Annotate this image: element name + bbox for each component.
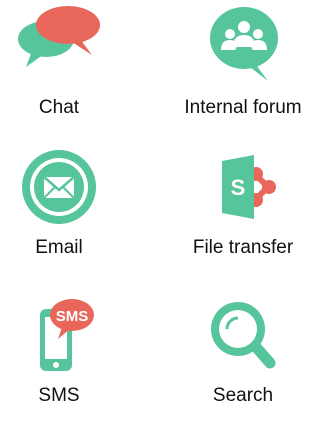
sms-label: SMS: [38, 385, 80, 406]
svg-text:S: S: [231, 175, 246, 200]
chat-label: Chat: [38, 97, 80, 118]
file-transfer-label: File transfer: [192, 237, 294, 258]
feature-search[interactable]: Search: [163, 295, 323, 407]
feature-chat[interactable]: Chat: [0, 5, 139, 119]
envelope-icon: [22, 150, 96, 224]
feature-grid: Chat Internal forum Email S File transfe…: [0, 0, 323, 422]
feature-internal-forum[interactable]: Internal forum: [163, 5, 323, 119]
forum-group-icon: [210, 7, 278, 81]
chat-bubbles-icon: [18, 6, 100, 67]
feature-sms[interactable]: SMS SMS: [0, 295, 139, 407]
sharepoint-icon: S: [222, 155, 276, 219]
feature-email[interactable]: Email: [0, 147, 139, 259]
email-label: Email: [35, 237, 83, 258]
phone-sms-icon: SMS: [40, 299, 94, 371]
feature-file-transfer[interactable]: S File transfer: [163, 147, 323, 259]
internal-forum-label: Internal forum: [184, 97, 302, 118]
search-label: Search: [212, 385, 274, 406]
sms-badge-text: SMS: [56, 308, 89, 325]
magnifier-icon: [211, 302, 276, 369]
